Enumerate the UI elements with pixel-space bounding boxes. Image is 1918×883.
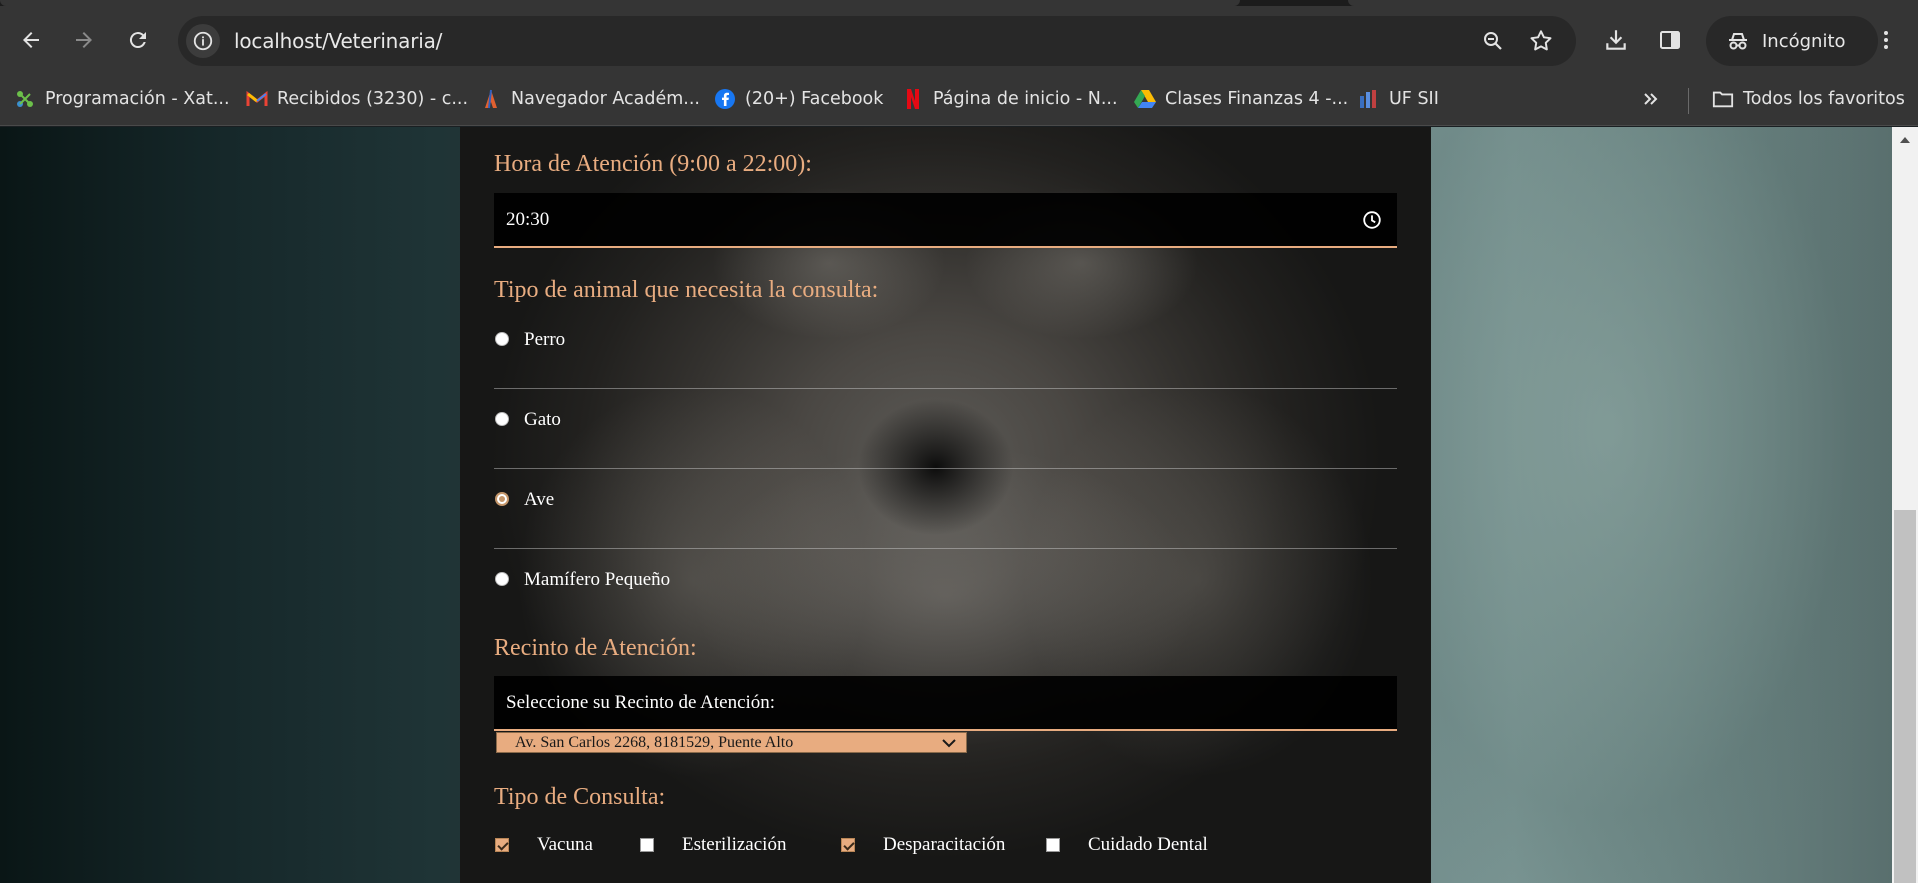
bookmark-clases-finanzas[interactable]: Clases Finanzas 4 -... [1134, 84, 1348, 114]
facebook-icon [714, 88, 736, 110]
checkbox-label: Esterilización [682, 834, 787, 855]
gmail-icon [246, 88, 268, 110]
back-button[interactable] [11, 20, 51, 60]
checkbox-label: Vacuna [537, 834, 593, 855]
venue-select-field[interactable]: Seleccione su Recinto de Atención: [494, 676, 1397, 731]
profile-label: Incógnito [1762, 30, 1846, 52]
bookmark-label: Recibidos (3230) - c... [277, 89, 469, 109]
clock-icon[interactable] [1361, 209, 1383, 231]
bookmark-netflix[interactable]: Página de inicio - N... [902, 84, 1118, 114]
radio-label: Gato [524, 409, 561, 430]
checkbox-cuidado-dental[interactable] [1046, 838, 1060, 852]
scrollbar-thumb[interactable] [1894, 510, 1916, 883]
browser-menu-button[interactable] [1870, 24, 1902, 56]
bookmark-gmail[interactable]: Recibidos (3230) - c... [246, 84, 468, 114]
bookmarks-divider [1688, 88, 1689, 114]
incognito-icon [1729, 33, 1747, 50]
back-icon [23, 32, 39, 48]
bookmark-label: UF SII [1389, 89, 1439, 109]
site-info-icon [193, 31, 213, 51]
venue-caption: Seleccione su Recinto de Atención: [506, 692, 776, 713]
navegador-academico-icon [480, 88, 502, 110]
url-host: localhost [234, 29, 322, 53]
browser-toolbar: localhost/Veterinaria/ Incógnito [0, 6, 1918, 76]
bookmark-label: Programación - Xat... [45, 89, 230, 109]
consult-option-cuidado-dental[interactable]: Cuidado Dental [1046, 833, 1208, 857]
downloads-button[interactable] [1600, 24, 1632, 56]
radio-label: Ave [524, 489, 555, 510]
radio-gato[interactable] [495, 412, 509, 426]
checkbox-label: Desparacitación [883, 834, 1006, 855]
all-bookmarks-button[interactable]: Todos los favoritos [1712, 84, 1905, 114]
animal-type-label: Tipo de animal que necesita la consulta: [494, 277, 879, 303]
site-info-button[interactable] [186, 24, 220, 58]
appointment-form: Hora de Atención (9:00 a 22:00): 20:30 T… [460, 127, 1431, 883]
radio-label: Perro [524, 329, 566, 350]
bookmark-programacion[interactable]: Programación - Xat... [14, 84, 230, 114]
page-scrollbar[interactable] [1892, 127, 1918, 883]
side-panel-button[interactable] [1654, 24, 1686, 56]
sii-icon [1358, 88, 1380, 110]
bookmark-facebook[interactable]: (20+) Facebook [714, 84, 883, 114]
page-viewport: Hora de Atención (9:00 a 22:00): 20:30 T… [0, 127, 1892, 883]
forward-icon [76, 32, 92, 48]
animal-option-perro[interactable]: Perro [494, 309, 1397, 389]
checkbox-label: Cuidado Dental [1088, 834, 1208, 855]
consult-option-desparacitacion[interactable]: Desparacitación [841, 833, 1005, 857]
bookmark-label: (20+) Facebook [745, 89, 884, 109]
zoom-button[interactable] [1480, 28, 1506, 54]
google-drive-icon [1134, 88, 1156, 110]
radio-mamifero-pequeno[interactable] [495, 572, 509, 586]
time-input[interactable]: 20:30 [494, 193, 1397, 248]
star-icon [1530, 30, 1552, 51]
download-icon [1606, 30, 1626, 50]
scroll-up-arrow-icon[interactable] [1900, 137, 1910, 143]
bookmark-navegador-academico[interactable]: Navegador Académ... [480, 84, 700, 114]
time-value: 20:30 [506, 209, 550, 230]
address-bar[interactable]: localhost/Veterinaria/ [178, 16, 1576, 66]
forward-button[interactable] [64, 20, 104, 60]
more-bookmarks-button[interactable] [1640, 84, 1662, 114]
venue-selected-option: Av. San Carlos 2268, 8181529, Puente Alt… [515, 733, 794, 751]
bookmark-label: Página de inicio - N... [933, 89, 1118, 109]
menu-icon [1884, 31, 1888, 49]
consult-option-esterilizacion[interactable]: Esterilización [640, 833, 786, 857]
time-label: Hora de Atención (9:00 a 22:00): [494, 151, 812, 177]
radio-perro[interactable] [495, 332, 509, 346]
venue-dropdown[interactable]: Av. San Carlos 2268, 8181529, Puente Alt… [496, 732, 967, 753]
bookmark-label: Clases Finanzas 4 -... [1165, 89, 1349, 109]
zoom-icon [1484, 32, 1502, 50]
checkbox-vacuna[interactable] [495, 838, 509, 852]
reload-button[interactable] [118, 20, 158, 60]
reload-icon [129, 32, 146, 49]
bookmark-uf-sii[interactable]: UF SII [1358, 84, 1439, 114]
netflix-icon [902, 88, 924, 110]
bookmark-star-button[interactable] [1528, 28, 1554, 54]
side-panel-icon [1660, 31, 1680, 49]
url-text[interactable]: localhost/Veterinaria/ [234, 29, 442, 53]
bookmarks-bar: Programación - Xat... Recibidos (3230) -… [0, 76, 1918, 126]
all-bookmarks-label: Todos los favoritos [1743, 89, 1905, 109]
url-path: /Veterinaria/ [321, 29, 443, 53]
radio-ave[interactable] [495, 492, 509, 506]
folder-icon [1712, 88, 1734, 110]
incognito-profile-button[interactable]: Incógnito [1706, 16, 1878, 66]
chevron-down-icon [942, 738, 956, 747]
bookmark-label: Navegador Académ... [511, 89, 700, 109]
venue-label: Recinto de Atención: [494, 635, 697, 661]
xatakon-favicon-icon [14, 88, 36, 110]
consult-option-vacuna[interactable]: Vacuna [495, 833, 593, 857]
checkbox-esterilizacion[interactable] [640, 838, 654, 852]
animal-option-gato[interactable]: Gato [494, 389, 1397, 469]
chevron-double-right-icon [1640, 88, 1662, 110]
radio-label: Mamífero Pequeño [524, 569, 671, 590]
animal-option-mamifero-pequeno[interactable]: Mamífero Pequeño [494, 549, 1397, 629]
consult-type-label: Tipo de Consulta: [494, 784, 666, 810]
checkbox-desparacitacion[interactable] [841, 838, 855, 852]
animal-option-ave[interactable]: Ave [494, 469, 1397, 549]
